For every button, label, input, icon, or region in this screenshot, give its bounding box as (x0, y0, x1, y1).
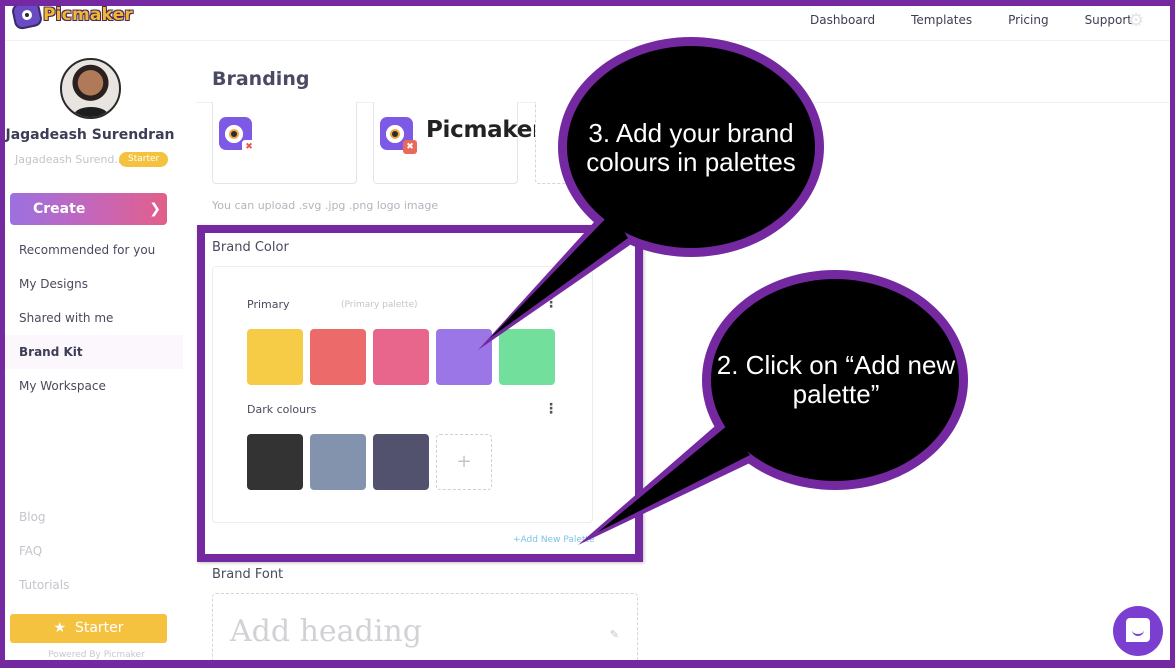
callout-2-text: 2. Click on “Add new palette” (716, 350, 956, 409)
chat-icon (1126, 618, 1150, 642)
callout-3-text: 3. Add your brand colours in palettes (586, 118, 796, 177)
callout-bubbles (478, 37, 968, 545)
chat-support-button[interactable] (1113, 606, 1163, 656)
